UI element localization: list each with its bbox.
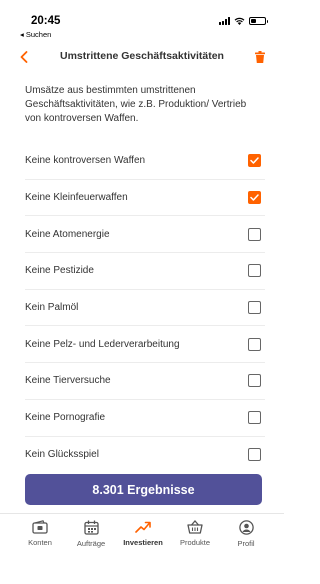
signal-icon [219,17,230,25]
filter-label: Kein Glücksspiel [25,449,99,461]
tab-label: Konten [28,538,52,547]
tab-produkte[interactable]: Produkte [167,520,223,547]
filter-row[interactable]: Keine Atomenergie [25,216,265,254]
trending-up-icon [135,521,151,533]
filter-checkbox[interactable] [248,227,261,241]
filter-label: Keine Atomenergie [25,228,110,240]
status-icons [219,17,268,25]
trash-icon [255,51,265,63]
filter-row[interactable]: Keine Pornografie [25,400,265,437]
results-button[interactable]: 8.301 Ergebnisse [25,474,262,505]
description-text: Umsätze aus bestimmten umstrittenen Gesc… [25,85,247,124]
battery-icon [249,17,268,25]
tab-profil[interactable]: Profil [218,520,274,548]
tab-label: Investieren [123,538,163,547]
filter-row[interactable]: Keine Pestizide [25,253,265,290]
status-bar: 20:45 ◂ Suchen [0,0,284,42]
tab-label: Profil [237,539,255,548]
filter-row[interactable]: Keine kontroversen Waffen [25,143,265,180]
filter-row[interactable]: Keine Tierversuche [25,363,265,400]
filter-label: Keine kontroversen Waffen [25,155,146,167]
filter-checkbox[interactable] [248,191,261,205]
filter-label: Keine Tierversuche [25,375,111,387]
tab-konten[interactable]: Konten [12,520,68,547]
wifi-icon [234,17,245,25]
filter-checkbox[interactable] [248,301,261,315]
tab-bar: Konten Aufträge Investieren Produkte Pro… [0,513,284,584]
calendar-icon [83,520,99,535]
status-time: 20:45 [31,15,61,27]
tab-label: Aufträge [76,539,106,548]
filter-row[interactable]: Kein Palmöl [25,290,265,327]
page-title: Umstrittene Geschäftsaktivitäten [60,50,224,62]
filter-checkbox[interactable] [248,264,261,278]
basket-icon [187,520,203,534]
header: Umstrittene Geschäftsaktivitäten [0,46,284,70]
profile-icon [238,520,254,535]
tab-label: Produkte [179,538,211,547]
filter-checkbox[interactable] [248,448,261,462]
filter-label: Kein Palmöl [25,302,79,314]
back-to-app-link[interactable]: ◂ Suchen [20,30,51,39]
filter-label: Keine Pestizide [25,265,94,277]
filter-checkbox[interactable] [248,337,261,351]
tab-investieren[interactable]: Investieren [115,520,171,547]
filter-checkbox[interactable] [248,411,261,425]
back-button[interactable] [14,46,34,68]
filter-checkbox[interactable] [248,154,261,168]
delete-button[interactable] [252,49,268,65]
filter-row[interactable]: Keine Pelz- und Lederverarbeitung [25,326,265,364]
checkmark-icon [250,157,259,165]
filter-label: Keine Kleinfeuerwaffen [25,192,128,204]
checkmark-icon [250,194,259,201]
filter-list: Keine kontroversen Waffen Keine Kleinfeue… [25,143,265,473]
filter-row[interactable]: Kein Glücksspiel [25,437,265,474]
tab-auftraege[interactable]: Aufträge [63,520,119,548]
chevron-left-icon [20,51,28,63]
wallet-icon [32,520,48,534]
filter-label: Keine Pornografie [25,412,106,424]
filter-label: Keine Pelz- und Lederverarbeitung [25,338,180,350]
filter-checkbox[interactable] [248,374,261,388]
filter-row[interactable]: Keine Kleinfeuerwaffen [25,180,265,217]
